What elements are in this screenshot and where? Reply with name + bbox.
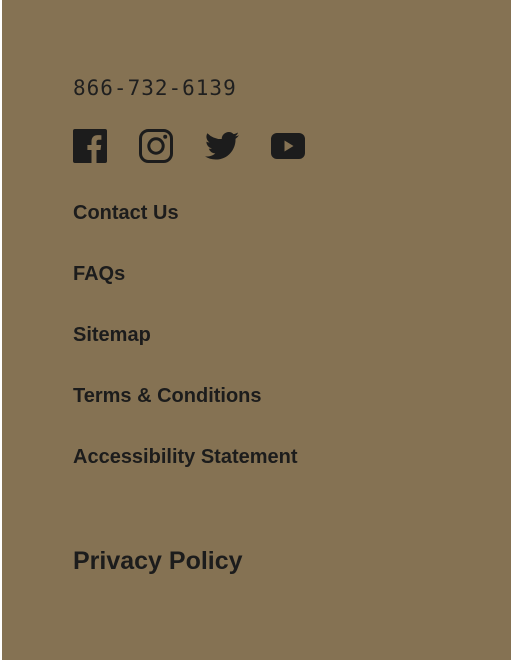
sitemap-link[interactable]: Sitemap: [73, 322, 151, 348]
youtube-icon: [271, 133, 305, 159]
list-item: Sitemap: [73, 322, 298, 383]
phone-number-link[interactable]: 866-732-6139: [73, 76, 237, 100]
privacy-policy-link[interactable]: Privacy Policy: [73, 546, 243, 576]
youtube-link[interactable]: [271, 128, 305, 164]
facebook-link[interactable]: [73, 128, 107, 164]
twitter-icon: [205, 131, 239, 161]
twitter-link[interactable]: [205, 128, 239, 164]
faqs-link[interactable]: FAQs: [73, 261, 125, 287]
site-footer: 866-732-6139 Contact Us FAQs Sitemap Ter…: [2, 0, 511, 660]
contact-us-link[interactable]: Contact Us: [73, 200, 179, 226]
list-item: Terms & Conditions: [73, 383, 298, 444]
instagram-link[interactable]: [139, 128, 173, 164]
list-item: Contact Us: [73, 200, 298, 261]
instagram-icon: [139, 129, 173, 163]
list-item: FAQs: [73, 261, 298, 322]
terms-conditions-link[interactable]: Terms & Conditions: [73, 383, 262, 409]
footer-links: Contact Us FAQs Sitemap Terms & Conditio…: [73, 200, 298, 505]
facebook-icon: [73, 129, 107, 163]
accessibility-statement-link[interactable]: Accessibility Statement: [73, 444, 298, 470]
list-item: Accessibility Statement: [73, 444, 298, 505]
social-links: [73, 128, 305, 164]
